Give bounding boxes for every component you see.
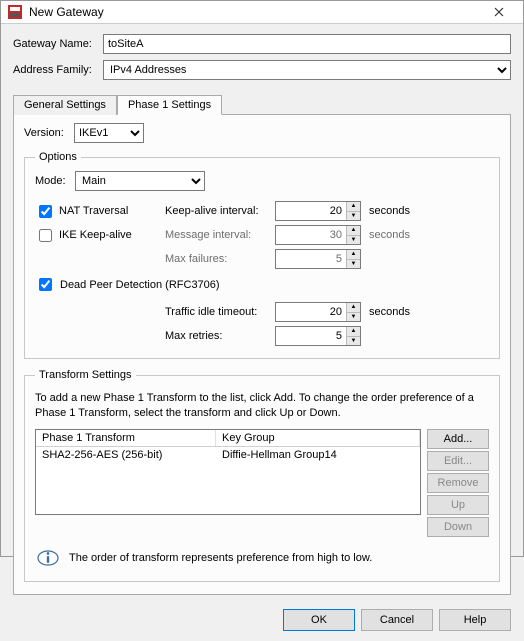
seconds-unit-2: seconds [369, 229, 410, 241]
table-row[interactable]: SHA2-256-AES (256-bit) Diffie-Hellman Gr… [36, 447, 420, 463]
mode-label: Mode: [35, 175, 75, 187]
version-select[interactable]: IKEv1 [74, 123, 144, 143]
max-retries-input[interactable] [276, 327, 346, 345]
column-key-group[interactable]: Key Group [216, 430, 420, 446]
mode-select[interactable]: Main [75, 171, 205, 191]
max-failures-input[interactable] [276, 250, 346, 268]
tabstrip: General Settings Phase 1 Settings [13, 94, 511, 114]
address-family-label: Address Family: [13, 64, 103, 76]
spinner-buttons[interactable]: ▲▼ [346, 250, 360, 268]
cancel-button[interactable]: Cancel [361, 609, 433, 631]
window-title: New Gateway [29, 5, 481, 19]
phase1-panel: Version: IKEv1 Options Mode: Main [13, 114, 511, 595]
gateway-name-input[interactable] [103, 34, 511, 54]
message-interval-spinner[interactable]: ▲▼ [275, 225, 361, 245]
dead-peer-detection-label: Dead Peer Detection (RFC3706) [60, 279, 220, 291]
column-phase1-transform[interactable]: Phase 1 Transform [36, 430, 216, 446]
listview-rows: SHA2-256-AES (256-bit) Diffie-Hellman Gr… [36, 447, 420, 514]
edit-button[interactable]: Edit... [427, 451, 489, 471]
seconds-unit-3: seconds [369, 306, 410, 318]
nat-traversal-checkbox[interactable] [39, 205, 52, 218]
keep-alive-interval-spinner[interactable]: ▲▼ [275, 201, 361, 221]
dead-peer-detection-checkbox[interactable] [39, 278, 52, 291]
options-legend: Options [35, 151, 81, 163]
traffic-idle-timeout-input[interactable] [276, 303, 346, 321]
info-icon [37, 547, 59, 569]
max-retries-spinner[interactable]: ▲▼ [275, 326, 361, 346]
spinner-buttons[interactable]: ▲▼ [346, 226, 360, 244]
spinner-buttons[interactable]: ▲▼ [346, 327, 360, 345]
down-button[interactable]: Down [427, 517, 489, 537]
close-button[interactable] [481, 1, 517, 23]
max-retries-label: Max retries: [165, 330, 275, 342]
transform-listview[interactable]: Phase 1 Transform Key Group SHA2-256-AES… [35, 429, 421, 515]
transform-settings-legend: Transform Settings [35, 369, 136, 381]
ike-keep-alive-label: IKE Keep-alive [59, 229, 132, 241]
titlebar: New Gateway [1, 1, 523, 24]
ok-button[interactable]: OK [283, 609, 355, 631]
spinner-buttons[interactable]: ▲▼ [346, 303, 360, 321]
keep-alive-interval-input[interactable] [276, 202, 346, 220]
info-text: The order of transform represents prefer… [69, 552, 372, 564]
address-family-select[interactable]: IPv4 Addresses [103, 60, 511, 80]
remove-button[interactable]: Remove [427, 473, 489, 493]
ike-keep-alive-checkbox[interactable] [39, 229, 52, 242]
message-interval-label: Message interval: [165, 229, 275, 241]
spinner-buttons[interactable]: ▲▼ [346, 202, 360, 220]
tab-general-settings[interactable]: General Settings [13, 95, 117, 115]
dialog-footer: OK Cancel Help [1, 601, 523, 641]
help-button[interactable]: Help [439, 609, 511, 631]
options-group: Options Mode: Main NAT Traversal [24, 151, 500, 359]
max-failures-spinner[interactable]: ▲▼ [275, 249, 361, 269]
keep-alive-interval-label: Keep-alive interval: [165, 205, 275, 217]
transform-settings-group: Transform Settings To add a new Phase 1 … [24, 369, 500, 582]
nat-traversal-label: NAT Traversal [59, 205, 128, 217]
traffic-idle-timeout-label: Traffic idle timeout: [165, 306, 275, 318]
app-icon [7, 4, 23, 20]
cell-transform: SHA2-256-AES (256-bit) [36, 447, 216, 463]
tab-phase1-settings[interactable]: Phase 1 Settings [117, 95, 222, 115]
max-failures-label: Max failures: [165, 253, 275, 265]
version-label: Version: [24, 127, 74, 139]
gateway-name-label: Gateway Name: [13, 38, 103, 50]
new-gateway-dialog: New Gateway Gateway Name: Address Family… [0, 0, 524, 557]
add-button[interactable]: Add... [427, 429, 489, 449]
cell-key-group: Diffie-Hellman Group14 [216, 447, 420, 463]
transform-description: To add a new Phase 1 Transform to the li… [35, 391, 489, 421]
up-button[interactable]: Up [427, 495, 489, 515]
message-interval-input[interactable] [276, 226, 346, 244]
seconds-unit-1: seconds [369, 205, 410, 217]
traffic-idle-timeout-spinner[interactable]: ▲▼ [275, 302, 361, 322]
listview-header: Phase 1 Transform Key Group [36, 430, 420, 447]
